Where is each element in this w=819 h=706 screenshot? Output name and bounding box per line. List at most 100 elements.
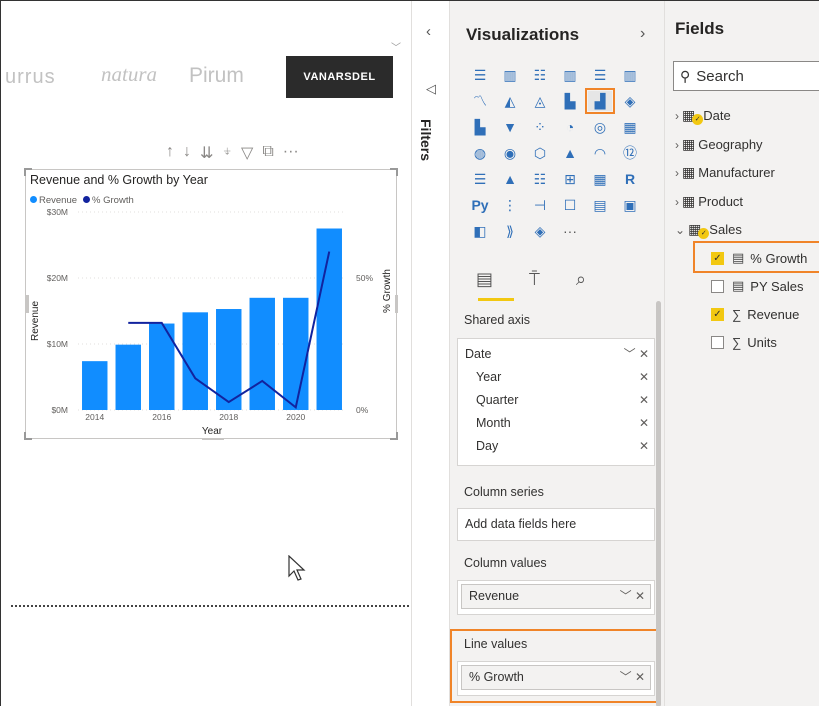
pie-icon[interactable]: ◔ — [558, 117, 582, 137]
table-date[interactable]: › ▦✓ Date — [675, 107, 731, 125]
close-icon[interactable]: ✕ — [639, 347, 649, 361]
report-canvas[interactable]: ﹀ urrus natura Pirum VANARSDEL ↑ ↓ ⇊ ⍖ ▽… — [1, 1, 411, 706]
field-chip-growth[interactable]: % Growth ﹀ ✕ — [461, 665, 651, 690]
column-values-well[interactable]: Revenue ﹀ ✕ — [457, 580, 655, 615]
matrix-icon[interactable]: ▦ — [588, 169, 612, 189]
qa-icon[interactable]: ☐ — [558, 195, 582, 215]
chevron-down-icon[interactable]: ﹀ — [624, 347, 636, 361]
gauge-icon[interactable]: ◠ — [588, 143, 612, 163]
chevron-right-icon[interactable]: › — [675, 138, 679, 152]
line-chart-icon[interactable]: 〽 — [468, 91, 492, 111]
stacked-column-icon[interactable]: ▥ — [498, 65, 522, 85]
slicer-icon[interactable]: ☷ — [528, 169, 552, 189]
chevron-right-icon[interactable]: › — [640, 25, 645, 43]
key-influencers-icon[interactable]: ⋮ — [498, 195, 522, 215]
card-icon[interactable]: ⑫ — [618, 143, 642, 163]
clustered-column-icon[interactable]: ▥ — [558, 65, 582, 85]
decomposition-tree-icon[interactable]: ⊣ — [528, 195, 552, 215]
field-revenue[interactable]: ✓ ∑ Revenue — [711, 307, 799, 322]
filter-icon[interactable]: ▽ — [241, 143, 253, 163]
chevron-right-icon[interactable]: › — [675, 109, 679, 123]
more-visuals-icon[interactable]: ··· — [558, 221, 582, 241]
field-chip-revenue[interactable]: Revenue ﹀ ✕ — [461, 584, 651, 609]
more-options-icon[interactable]: ··· — [283, 143, 299, 163]
python-visual-icon[interactable]: Py — [468, 195, 492, 215]
shared-axis-well[interactable]: Date ﹀ ✕ Year ✕ Quarter ✕ Month ✕ Day ✕ — [457, 338, 655, 466]
filter-funnel-icon[interactable]: ◁ — [426, 81, 436, 97]
chevron-down-icon[interactable]: ⌄ — [675, 223, 685, 237]
fields-tab-icon[interactable]: ▤ — [476, 269, 493, 290]
table-manufacturer[interactable]: › ▦ Manufacturer — [675, 164, 775, 181]
field-chip-day[interactable]: Day ✕ — [458, 435, 654, 458]
azure-map-icon[interactable]: ▲ — [558, 143, 582, 163]
treemap-icon[interactable]: ▦ — [618, 117, 642, 137]
line-stacked-column-icon[interactable]: ▙ — [558, 91, 582, 111]
chevron-down-icon[interactable]: ﹀ — [620, 670, 632, 684]
checkbox-checked[interactable]: ✓ — [711, 308, 724, 321]
arcgis-icon[interactable]: ◈ — [528, 221, 552, 241]
viz-pane-scrollbar[interactable] — [656, 301, 661, 706]
search-input[interactable]: ⚲ Search — [673, 61, 819, 91]
clustered-bar-icon[interactable]: ☷ — [528, 65, 552, 85]
field-py-sales[interactable]: ▤ PY Sales — [711, 278, 804, 294]
multirow-card-icon[interactable]: ☰ — [468, 169, 492, 189]
map-icon[interactable]: ◍ — [468, 143, 492, 163]
close-icon[interactable]: ✕ — [639, 389, 649, 412]
kpi-icon[interactable]: ▲ — [498, 169, 522, 189]
checkbox-checked[interactable]: ✓ — [711, 251, 724, 265]
close-icon[interactable]: ✕ — [639, 412, 649, 435]
close-icon[interactable]: ✕ — [639, 435, 649, 458]
chevron-right-icon[interactable]: › — [675, 166, 679, 180]
chevron-down-icon[interactable]: ﹀ — [391, 39, 401, 54]
r-visual-icon[interactable]: R — [618, 169, 642, 189]
chevron-right-icon[interactable]: › — [675, 195, 679, 209]
legend-item-revenue[interactable]: Revenue — [30, 195, 77, 206]
checkbox-unchecked[interactable] — [711, 279, 724, 293]
close-icon[interactable]: ✕ — [635, 670, 645, 684]
field-units[interactable]: ∑ Units — [711, 335, 777, 350]
chevron-down-icon[interactable]: ﹀ — [620, 589, 632, 603]
100-column-icon[interactable]: ▥ — [618, 65, 642, 85]
power-apps-icon[interactable]: ◧ — [468, 221, 492, 241]
double-arrow-down-icon[interactable]: ⇊ — [200, 143, 213, 163]
scatter-icon[interactable]: ⁘ — [528, 117, 552, 137]
field-chip-month[interactable]: Month ✕ — [458, 412, 654, 435]
table-sales[interactable]: ⌄ ▦✓ Sales — [675, 221, 742, 239]
combo-chart-visual[interactable]: $0M $10M $20M $30M 0% 50% 2014 2016 2018 2020 Year… — [24, 168, 398, 440]
field-chip-year[interactable]: Year ✕ — [458, 366, 654, 389]
waterfall-icon[interactable]: ▙ — [468, 117, 492, 137]
power-automate-icon[interactable]: ⟫ — [498, 221, 522, 241]
close-icon[interactable]: ✕ — [635, 589, 645, 603]
filters-pane[interactable]: ‹ ◁ Filters — [411, 1, 449, 706]
chevron-left-icon[interactable]: ‹ — [426, 23, 431, 40]
filters-label[interactable]: Filters — [418, 119, 434, 161]
expand-hierarchy-icon[interactable]: ⍖ — [222, 143, 232, 163]
area-chart-icon[interactable]: ◭ — [498, 91, 522, 111]
100-bar-icon[interactable]: ☰ — [588, 65, 612, 85]
arrow-up-icon[interactable]: ↑ — [166, 143, 174, 163]
legend-item-growth[interactable]: % Growth — [83, 195, 134, 206]
ribbon-chart-icon[interactable]: ◈ — [618, 91, 642, 111]
arrow-down-icon[interactable]: ↓ — [183, 143, 191, 163]
shape-map-icon[interactable]: ⬡ — [528, 143, 552, 163]
stacked-area-icon[interactable]: ◬ — [528, 91, 552, 111]
filled-map-icon[interactable]: ◉ — [498, 143, 522, 163]
format-paint-roller-icon[interactable]: ⍑ — [529, 269, 540, 290]
table-geography[interactable]: › ▦ Geography — [675, 136, 763, 153]
funnel-icon[interactable]: ▼ — [498, 117, 522, 137]
analytics-magnifier-icon[interactable]: ⌕ — [576, 269, 586, 290]
donut-icon[interactable]: ◎ — [588, 117, 612, 137]
paginated-report-icon[interactable]: ▣ — [618, 195, 642, 215]
close-icon[interactable]: ✕ — [639, 366, 649, 389]
field-growth[interactable]: ✓ ▤ % Growth — [711, 250, 807, 266]
table-product[interactable]: › ▦ Product — [675, 193, 743, 210]
checkbox-unchecked[interactable] — [711, 336, 724, 349]
focus-mode-icon[interactable]: ⧉ — [262, 143, 273, 163]
column-series-well[interactable]: Add data fields here — [457, 508, 655, 541]
field-chip-quarter[interactable]: Quarter ✕ — [458, 389, 654, 412]
smart-narrative-icon[interactable]: ▤ — [588, 195, 612, 215]
line-clustered-column-icon[interactable]: ▟ — [585, 88, 615, 114]
table-icon[interactable]: ⊞ — [558, 169, 582, 189]
field-chip-date[interactable]: Date ﹀ ✕ — [458, 343, 654, 366]
line-values-well[interactable]: % Growth ﹀ ✕ — [457, 661, 655, 696]
